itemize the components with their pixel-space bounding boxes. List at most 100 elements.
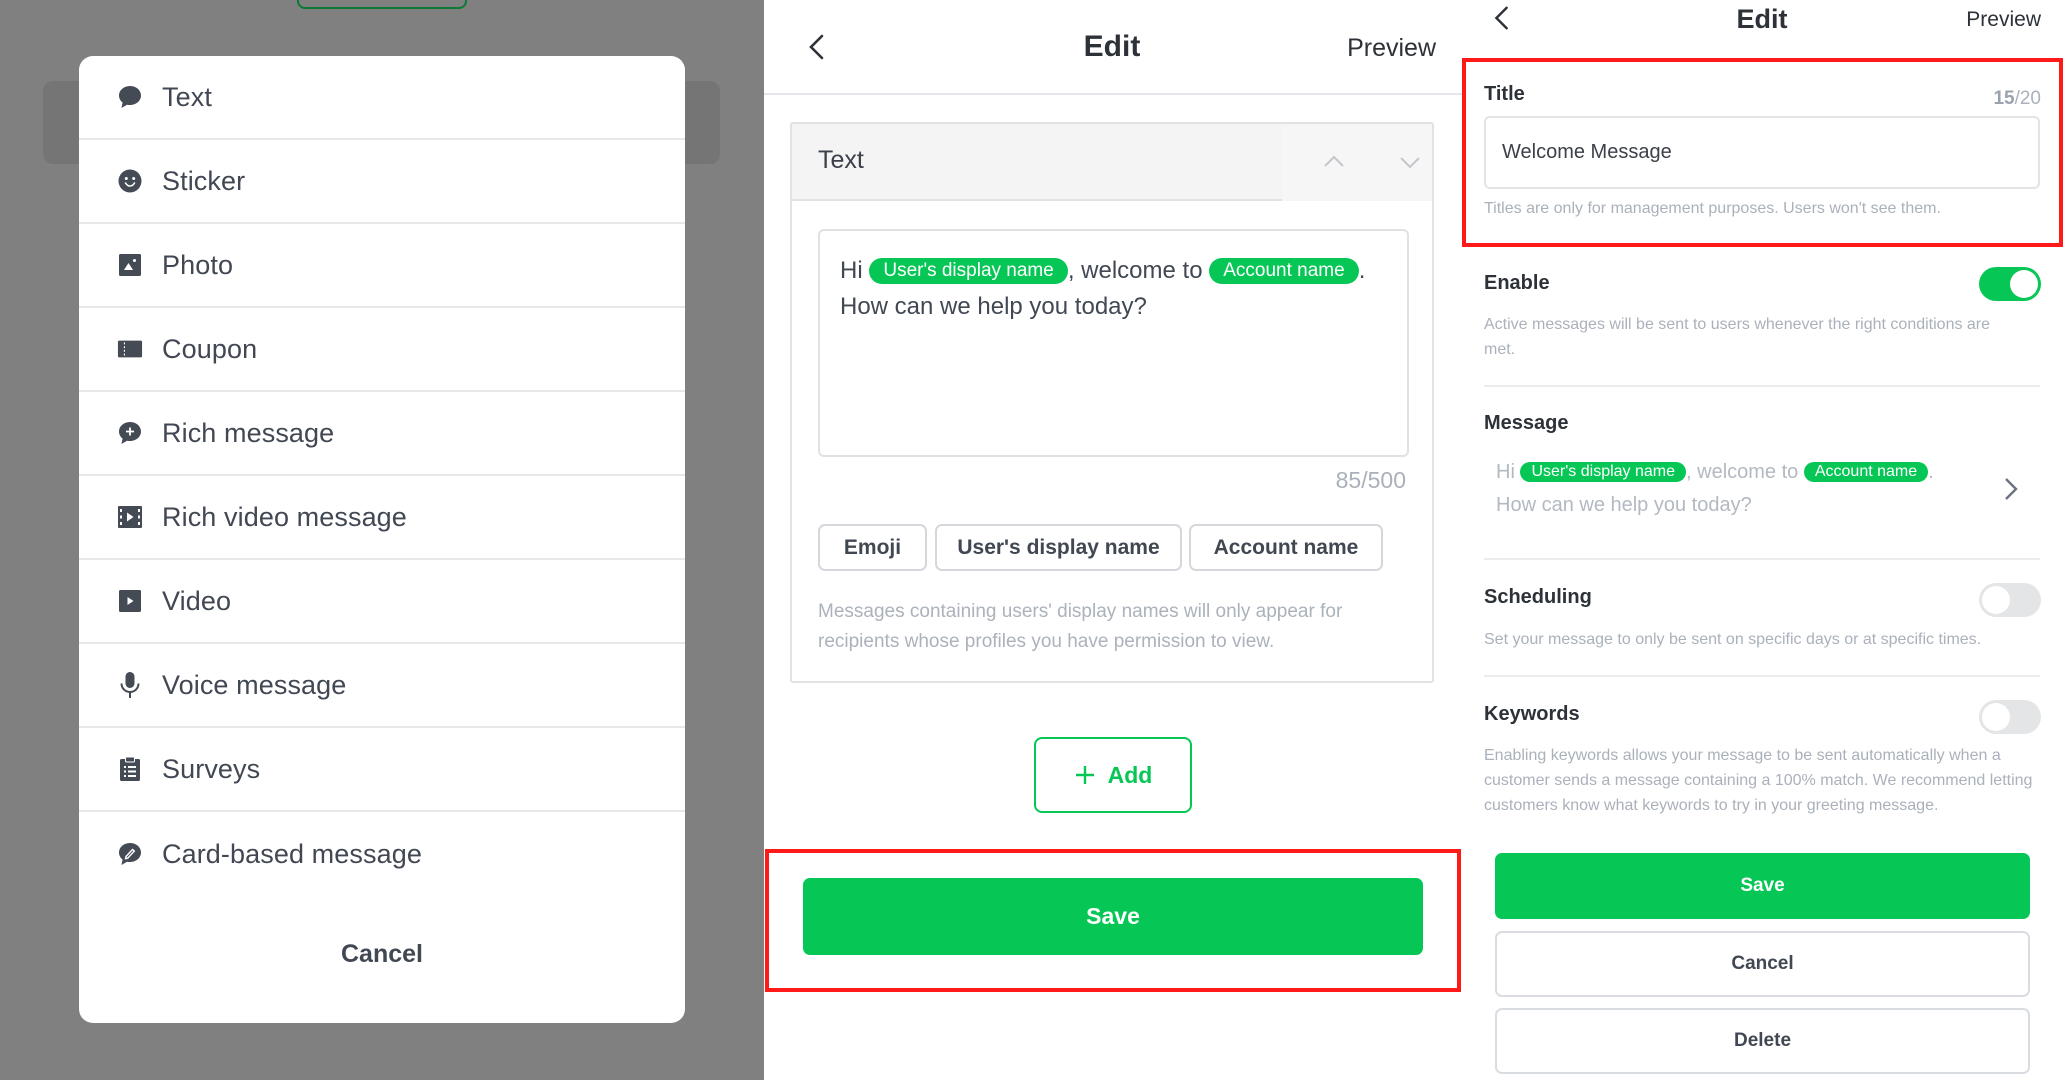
film-strip-icon [117,504,143,530]
section-divider [1484,558,2040,560]
title-counter-current: 15 [1993,88,2015,109]
menu-item-label: Card-based message [162,838,422,869]
message-text-prefix: Hi [840,257,870,284]
message-type-modal: Text Sticker Photo Coupon Rich message R… [79,56,685,1023]
message-type-label: Text [818,146,864,174]
message-textarea[interactable]: Hi User's display name, welcome to Accou… [818,229,1409,457]
menu-item-text[interactable]: Text [79,56,685,140]
header-divider [764,93,1462,95]
greeting-settings-panel: Edit Preview Title 15/20 Titles are only… [1462,0,2063,1080]
message-type-picker-panel: Text Sticker Photo Coupon Rich message R… [0,0,764,1080]
move-down-button[interactable] [1396,148,1424,176]
move-up-button[interactable] [1320,148,1348,176]
menu-item-photo[interactable]: Photo [79,224,685,308]
section-divider [1484,385,2040,387]
menu-item-label: Sticker [162,165,246,196]
modal-cancel-button[interactable]: Cancel [79,920,685,988]
chevron-down-icon [1400,157,1420,169]
message-text-line-2: How can we help you today? [840,293,1147,320]
plus-bubble-icon [117,420,143,446]
menu-item-label: Coupon [162,333,258,364]
message-text-suffix: . [1928,461,1934,483]
menu-item-label: Surveys [162,753,261,784]
play-square-icon [117,588,143,614]
display-name-note: Messages containing users' display names… [818,601,1343,652]
title-helper-text: Titles are only for management purposes.… [1484,200,1941,217]
page-title: Edit [1736,4,1788,34]
enable-description: Active messages will be sent to users wh… [1484,316,1991,358]
menu-item-video[interactable]: Video [79,560,685,644]
pencil-bubble-icon [117,841,143,867]
insert-emoji-button[interactable]: Emoji [818,524,927,571]
message-text-middle: , welcome to [1686,461,1804,483]
page-title: Edit [1083,30,1141,63]
preview-link[interactable]: Preview [1347,34,1436,63]
save-button[interactable]: Save [803,878,1423,955]
keywords-label: Keywords [1484,703,1580,725]
scheduling-label: Scheduling [1484,586,1592,608]
menu-item-label: Rich message [162,417,335,448]
message-card: Text Hi User's display name, welcome to … [790,122,1434,683]
add-message-button[interactable]: Add [1034,737,1192,813]
menu-item-label: Voice message [162,669,347,700]
user-display-name-token: User's display name [869,258,1068,284]
menu-item-label: Video [162,585,232,616]
character-counter: 85/500 [1335,467,1406,493]
microphone-icon [117,672,143,698]
menu-item-coupon[interactable]: Coupon [79,308,685,392]
menu-item-rich-message[interactable]: Rich message [79,392,685,476]
account-name-token: Account name [1209,258,1359,284]
scheduling-description: Set your message to only be sent on spec… [1484,631,1982,648]
menu-item-card-based-message[interactable]: Card-based message [79,812,685,896]
title-char-counter: 15/20 [1993,88,2041,110]
insert-account-name-button[interactable]: Account name [1189,524,1383,571]
account-name-token: Account name [1803,462,1929,482]
title-input[interactable] [1484,116,2040,189]
message-text-line-2: How can we help you today? [1496,494,1752,516]
user-display-name-token: User's display name [1520,462,1687,482]
chevron-up-icon [1324,155,1344,167]
menu-item-label: Text [162,81,212,112]
enable-toggle[interactable] [1979,267,2041,301]
chevron-left-icon [1494,6,1508,30]
photo-icon [117,252,143,278]
chevron-right-icon [2005,478,2018,500]
enable-label: Enable [1484,272,1550,294]
insert-user-display-name-button[interactable]: User's display name [935,524,1182,571]
menu-item-voice-message[interactable]: Voice message [79,644,685,728]
message-preview[interactable]: Hi User's display name, welcome to Accou… [1496,456,1996,522]
section-divider [1484,675,2040,677]
speech-bubble-icon [117,84,143,110]
keywords-toggle[interactable] [1979,700,2041,734]
clipboard-list-icon [117,756,143,782]
menu-item-rich-video-message[interactable]: Rich video message [79,476,685,560]
plus-icon [1075,766,1094,784]
cancel-button[interactable]: Cancel [1495,931,2030,997]
scheduling-toggle[interactable] [1979,583,2041,617]
add-button-label: Add [1107,761,1153,788]
background-button-outline [297,0,467,9]
message-text-prefix: Hi [1496,461,1521,483]
toggle-knob [1982,586,2010,614]
title-label: Title [1484,83,1525,105]
menu-item-surveys[interactable]: Surveys [79,728,685,812]
chevron-left-icon [809,34,824,60]
preview-link[interactable]: Preview [1966,8,2041,32]
message-label: Message [1484,412,1569,434]
coupon-ticket-icon [117,336,143,362]
message-text-middle: , welcome to [1067,257,1210,284]
toggle-knob [2010,270,2038,298]
message-editor-panel: Edit Preview Text Hi User's display name… [764,0,1462,1080]
open-message-button[interactable] [2000,474,2022,504]
back-button[interactable] [1488,4,1518,34]
toggle-knob [1982,703,2010,731]
smiley-face-icon [117,168,143,194]
back-button[interactable] [802,32,832,62]
menu-item-label: Photo [162,249,234,280]
title-counter-max: /20 [2014,88,2041,109]
save-button[interactable]: Save [1495,853,2030,919]
message-text-suffix: . [1358,257,1366,284]
menu-item-label: Rich video message [162,501,407,532]
menu-item-sticker[interactable]: Sticker [79,140,685,224]
delete-button[interactable]: Delete [1495,1008,2030,1074]
